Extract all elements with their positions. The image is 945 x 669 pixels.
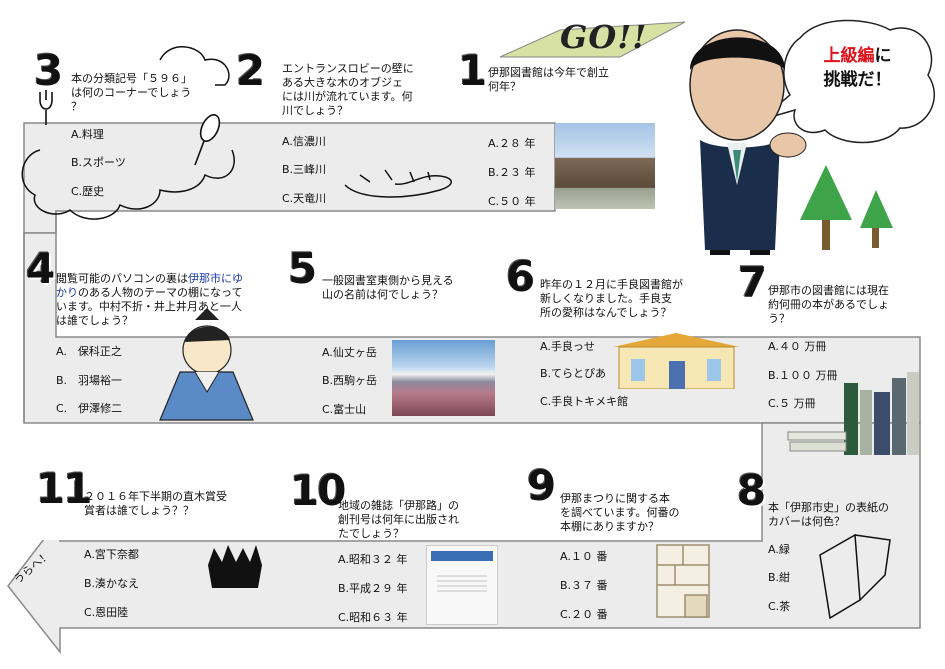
question-number-2: 2 <box>236 46 265 95</box>
tree-icon <box>800 165 893 250</box>
q10-option-c[interactable]: C.昭和６３ 年 <box>338 611 408 625</box>
question-number-6: 6 <box>506 252 535 301</box>
q2-option-c[interactable]: C.天竜川 <box>282 192 326 206</box>
q6-option-b[interactable]: B.てらとぴあ <box>540 367 606 381</box>
q6-option-a[interactable]: A.手良っせ <box>540 340 595 354</box>
q1-option-c[interactable]: C.５０ 年 <box>488 195 536 209</box>
q8-option-a[interactable]: A.緑 <box>768 543 790 557</box>
question-number-11: 11 <box>36 464 92 513</box>
fork-icon <box>39 90 53 125</box>
q7-option-b[interactable]: B.１００ 万冊 <box>768 369 838 383</box>
question-7-text: 伊那市の図書館には現在 約何冊の本があるでしょ う？ <box>768 284 889 325</box>
q5-option-c[interactable]: C.富士山 <box>322 403 366 417</box>
question-11-text: ２０１６年下半期の直木賞受 賞者は誰でしょう？？ <box>84 490 227 517</box>
bookshelf-icon <box>656 544 710 618</box>
q11-option-a[interactable]: A.宮下奈都 <box>84 548 139 562</box>
question-number-10: 10 <box>290 466 346 515</box>
q7-option-c[interactable]: C.５ 万冊 <box>768 397 816 411</box>
go-label: GO!! <box>560 18 648 56</box>
q8-option-b[interactable]: B.紺 <box>768 571 790 585</box>
q3-option-c[interactable]: C.歴史 <box>71 185 104 199</box>
question-number-9: 9 <box>527 461 556 510</box>
q6-option-c[interactable]: C.手良トキメキ館 <box>540 395 628 409</box>
question-number-1: 1 <box>458 46 487 95</box>
magazine-image <box>426 545 498 625</box>
question-5-text: 一般図書室東側から見える 山の名前は何でしょう？ <box>322 274 454 301</box>
q2-option-a[interactable]: A.信濃川 <box>282 135 326 149</box>
library-photo <box>555 123 655 209</box>
building-illustration <box>613 333 740 389</box>
question-2-text: エントランスロビーの壁に ある大きな木のオブジェ には川が流れています。何 川でしょう… <box>282 62 414 117</box>
q4-option-c[interactable]: C. 伊澤修二 <box>56 402 122 416</box>
q11-option-c[interactable]: C.恩田陸 <box>84 606 128 620</box>
question-9-text: 伊那まつりに関する本 を調べています。何番の 本棚にありますか？ <box>560 492 680 533</box>
question-number-4: 4 <box>26 244 55 293</box>
q9-option-b[interactable]: B.３７ 番 <box>560 579 608 593</box>
mountain-photo <box>392 340 495 416</box>
question-number-3: 3 <box>34 46 63 95</box>
q5-option-a[interactable]: A.仙丈ヶ岳 <box>322 346 377 360</box>
q10-option-a[interactable]: A.昭和３２ 年 <box>338 553 407 567</box>
q9-option-c[interactable]: C.２０ 番 <box>560 608 608 622</box>
question-number-5: 5 <box>288 244 317 293</box>
quiz-page: GO!! 上級編に 挑戦だ！ うらへ！ 1 伊那図書館は今年で創立 何年？ A.２… <box>0 0 945 669</box>
question-number-7: 7 <box>738 258 767 307</box>
q9-option-a[interactable]: A.１０ 番 <box>560 550 607 564</box>
question-1-text: 伊那図書館は今年で創立 何年？ <box>488 66 609 93</box>
q2-option-b[interactable]: B.三峰川 <box>282 163 326 177</box>
question-3-text: 本の分類記号「５９６」 は何のコーナーでしょう？ <box>71 72 192 113</box>
q5-option-b[interactable]: B.西駒ヶ岳 <box>322 374 377 388</box>
q1-option-b[interactable]: B.２３ 年 <box>488 166 536 180</box>
question-8-text: 本「伊那市史」の表紙の カバーは何色？ <box>768 501 889 528</box>
q4-option-a[interactable]: A. 保科正之 <box>56 345 122 359</box>
question-6-text: 昨年の１２月に手良図書館が 新しくなりました。手良支 所の愛称はなんでしょう？ <box>540 278 683 319</box>
q3-option-b[interactable]: B.スポーツ <box>71 156 126 170</box>
question-4-text: 閲覧可能のパソコンの裏は伊那市にゆ かりのある人物のテーマの棚になって います。… <box>56 272 243 327</box>
q11-option-b[interactable]: B.湊かなえ <box>84 577 139 591</box>
q3-option-a[interactable]: A.料理 <box>71 128 104 142</box>
q4-option-b[interactable]: B. 羽場裕一 <box>56 374 122 388</box>
question-number-8: 8 <box>737 466 766 515</box>
speech-bubble-text: 上級編に 挑戦だ！ <box>823 46 892 90</box>
q1-option-a[interactable]: A.２８ 年 <box>488 137 535 151</box>
q7-option-a[interactable]: A.４０ 万冊 <box>768 340 826 354</box>
q8-option-c[interactable]: C.茶 <box>768 600 790 614</box>
question-10-text: 地域の雑誌「伊那路」の 創刊号は何年に出版され たでしょう？ <box>338 499 459 540</box>
q10-option-b[interactable]: B.平成２９ 年 <box>338 582 408 596</box>
